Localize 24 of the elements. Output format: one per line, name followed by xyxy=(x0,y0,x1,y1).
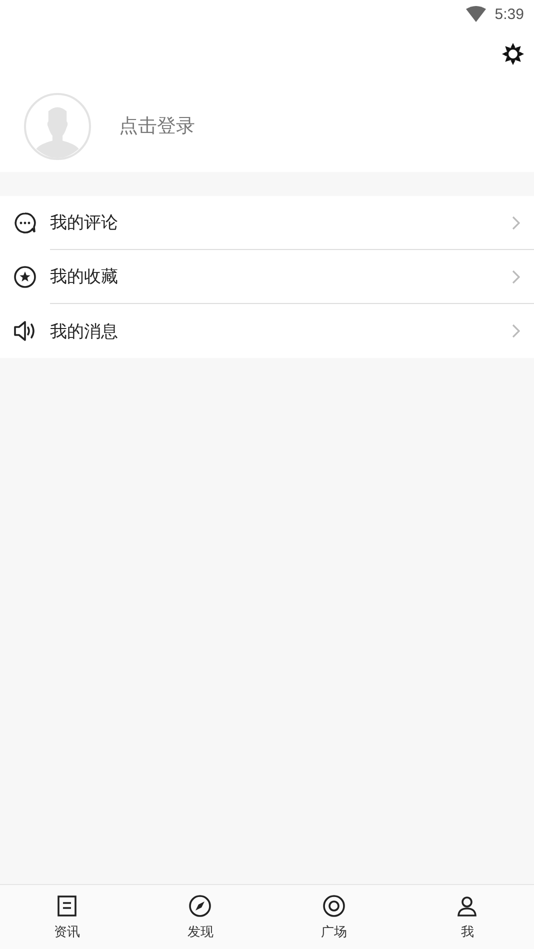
menu-label: 我的收藏 xyxy=(50,266,118,288)
nav-tab[interactable]: 我 xyxy=(400,885,534,949)
login-link[interactable]: 点击登录 xyxy=(119,113,195,139)
person-icon xyxy=(455,894,480,918)
nav-tab[interactable]: 广场 xyxy=(267,885,400,949)
compass-icon xyxy=(188,894,212,918)
chevron-icon xyxy=(512,324,520,338)
status-time: 5:39 xyxy=(494,6,524,22)
chevron-icon xyxy=(512,270,520,284)
menu-label: 我的消息 xyxy=(50,320,118,342)
settings-icon xyxy=(502,43,524,65)
wifi-icon xyxy=(466,6,486,22)
chat-bubble-icon xyxy=(13,211,37,235)
nav-tab[interactable]: 发现 xyxy=(134,885,267,949)
settings-button[interactable] xyxy=(502,43,524,65)
chevron-icon xyxy=(512,216,520,230)
nav-tab[interactable]: 资讯 xyxy=(0,885,134,949)
target-icon xyxy=(322,894,346,918)
document-icon xyxy=(54,894,79,918)
menu-item[interactable]: 我的收藏 xyxy=(0,250,534,304)
menu-item[interactable]: 我的评论 xyxy=(0,196,534,250)
speaker-icon xyxy=(13,319,37,343)
menu-label: 我的评论 xyxy=(50,212,118,234)
menu-item[interactable]: 我的消息 xyxy=(0,304,534,358)
